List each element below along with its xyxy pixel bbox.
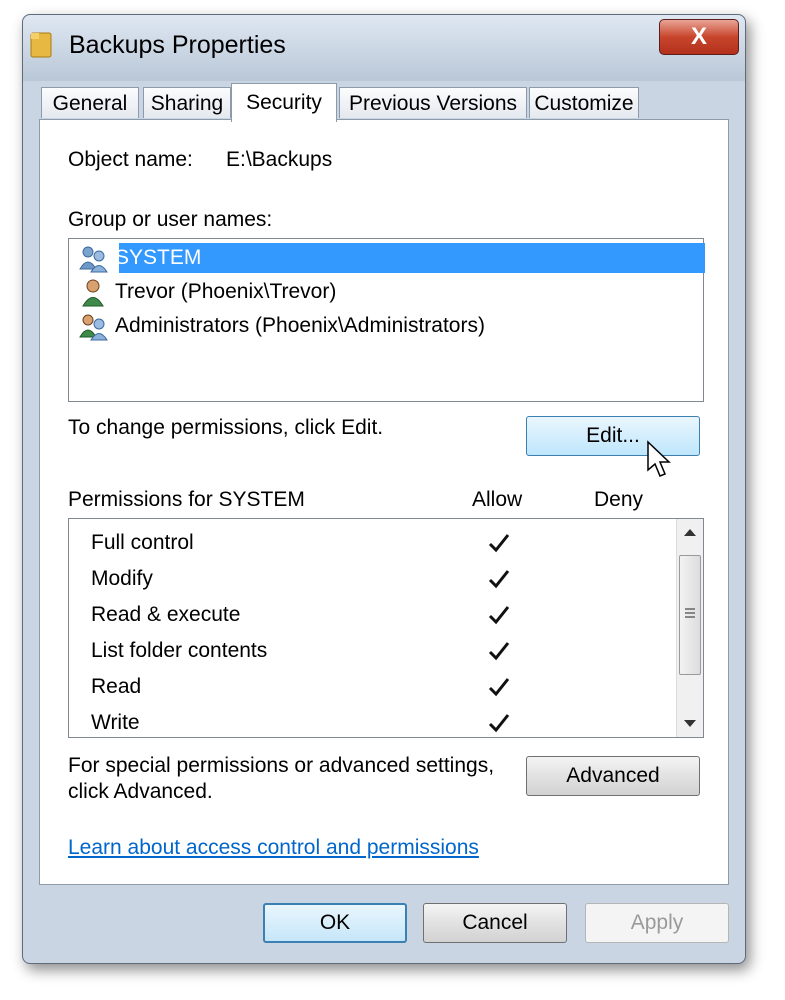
tab-sharing[interactable]: Sharing [143, 87, 231, 118]
window-title: Backups Properties [69, 31, 286, 59]
edit-button[interactable]: Edit... [526, 416, 700, 456]
group-users-icon [79, 314, 108, 341]
deny-column-header: Deny [594, 488, 644, 511]
checkmark-icon [488, 606, 510, 625]
security-panel: Object name: E:\Backups Group or user na… [39, 119, 729, 885]
mouse-pointer-icon [647, 440, 671, 477]
list-item-administrators[interactable]: Administrators (Phoenix\Administrators) [75, 311, 701, 341]
allow-column-header: Allow [472, 488, 523, 511]
tab-general[interactable]: General [41, 87, 139, 118]
folder-icon [30, 32, 52, 58]
properties-window: Backups Properties X General Sharing Sec… [22, 14, 746, 964]
permission-name: Modify [91, 567, 153, 590]
checkmark-icon [488, 714, 510, 733]
checkmark-icon [488, 534, 510, 553]
close-icon: X [690, 23, 707, 50]
permission-row: Read [91, 669, 671, 705]
change-permissions-text: To change permissions, click Edit. [68, 416, 384, 439]
list-item-system[interactable]: SYSTEM [75, 243, 705, 273]
permission-row: List folder contents [91, 633, 671, 669]
group-names-label: Group or user names: [68, 208, 273, 231]
permission-name: List folder contents [91, 639, 268, 662]
cancel-button[interactable]: Cancel [423, 903, 567, 943]
scrollbar-thumb[interactable] [679, 555, 701, 675]
permission-name: Read [91, 675, 142, 698]
tab-customize[interactable]: Customize [529, 87, 639, 118]
close-button[interactable]: X [659, 19, 739, 55]
object-name-label: Object name: [68, 148, 193, 171]
user-name: SYSTEM [115, 246, 202, 269]
scroll-up-arrow-icon[interactable] [683, 527, 697, 537]
permission-row: Write [91, 705, 671, 735]
permissions-scrollbar[interactable] [676, 519, 703, 737]
permission-name: Full control [91, 531, 194, 554]
checkmark-icon [488, 678, 510, 697]
permission-row: Read & execute [91, 597, 671, 633]
permissions-list[interactable]: Full control Modify Read & execute List … [68, 518, 704, 738]
grip-icon [685, 608, 695, 618]
scroll-down-arrow-icon[interactable] [683, 719, 697, 729]
advanced-help-text-line2: click Advanced. [68, 780, 213, 803]
permission-row: Modify [91, 561, 671, 597]
access-control-help-link[interactable]: Learn about access control and permissio… [68, 836, 479, 860]
user-name: Administrators (Phoenix\Administrators) [115, 314, 485, 337]
checkmark-icon [488, 642, 510, 661]
tab-security[interactable]: Security [231, 83, 337, 122]
checkmark-icon [488, 570, 510, 589]
user-icon [82, 279, 104, 307]
permission-row: Full control [91, 525, 671, 561]
group-names-list[interactable]: SYSTEM Trevor (Phoenix\Trevor) Administr… [68, 238, 705, 402]
object-name-value: E:\Backups [226, 148, 333, 171]
apply-button[interactable]: Apply [585, 903, 729, 943]
permission-name: Read & execute [91, 603, 241, 626]
permission-name: Write [91, 711, 140, 734]
list-item-trevor[interactable]: Trevor (Phoenix\Trevor) [75, 277, 701, 307]
advanced-help-text-line1: For special permissions or advanced sett… [68, 754, 495, 777]
advanced-button[interactable]: Advanced [526, 756, 700, 796]
title-bar[interactable]: Backups Properties X [23, 15, 745, 81]
group-users-icon [79, 246, 108, 273]
permissions-for-label: Permissions for SYSTEM [68, 488, 305, 511]
tab-previous-versions[interactable]: Previous Versions [339, 87, 527, 118]
user-name: Trevor (Phoenix\Trevor) [115, 280, 337, 303]
ok-button[interactable]: OK [263, 903, 407, 943]
